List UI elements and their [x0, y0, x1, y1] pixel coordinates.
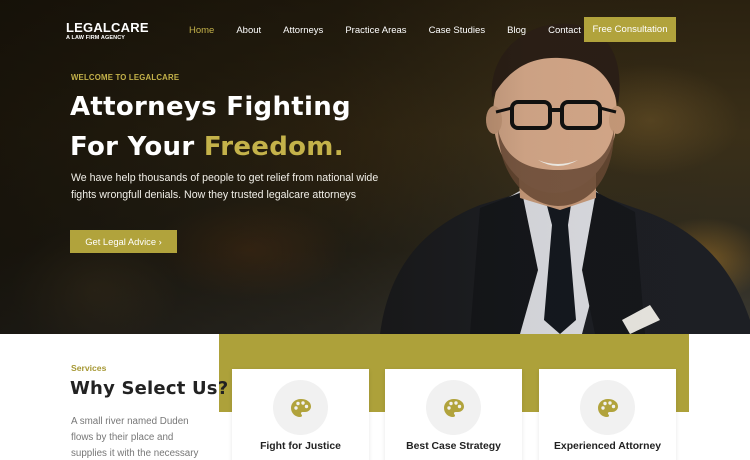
- services-description: A small river named Duden flows by their…: [71, 416, 199, 459]
- service-card-best-case-strategy[interactable]: Best Case Strategy: [385, 369, 522, 460]
- service-card-fight-for-justice[interactable]: Fight for Justice: [232, 369, 369, 460]
- hero-description: We have help thousands of people to get …: [71, 172, 379, 201]
- palette-icon: [443, 398, 464, 417]
- brand-tagline: A LAW FIRM AGENCY: [66, 35, 126, 41]
- get-legal-advice-button[interactable]: Get Legal Advice ›: [70, 230, 177, 253]
- main-nav: Home About Attorneys Practice Areas Case…: [178, 17, 603, 43]
- services-label: Services: [71, 363, 107, 373]
- nav-item-about[interactable]: About: [236, 25, 261, 36]
- service-icon-circle: [426, 380, 481, 435]
- headline-accent-word: Freedom.: [203, 132, 344, 162]
- service-card-title: Experienced Attorney: [553, 441, 662, 452]
- brand-logo[interactable]: LEGALCARE A LAW FIRM AGENCY: [66, 21, 149, 42]
- hero-headline: Attorneys Fighting For Your Freedom.: [70, 87, 351, 167]
- nav-item-attorneys[interactable]: Attorneys: [283, 25, 323, 36]
- hero-overlay: [0, 0, 750, 334]
- brand-name: LEGALCARE: [66, 20, 149, 35]
- nav-item-home[interactable]: Home: [189, 25, 214, 36]
- headline-line-1: Attorneys Fighting: [70, 92, 351, 122]
- service-card-title: Best Case Strategy: [406, 441, 501, 452]
- free-consultation-button[interactable]: Free Consultation: [584, 17, 676, 42]
- palette-icon: [290, 398, 311, 417]
- nav-item-blog[interactable]: Blog: [507, 25, 526, 36]
- nav-item-practice-areas[interactable]: Practice Areas: [345, 25, 406, 36]
- palette-icon: [597, 398, 618, 417]
- nav-item-contact[interactable]: Contact: [548, 25, 581, 36]
- headline-line-2-prefix: For Your: [70, 132, 204, 162]
- service-card-experienced-attorney[interactable]: Experienced Attorney: [539, 369, 676, 460]
- service-icon-circle: [273, 380, 328, 435]
- hero-section: LEGALCARE A LAW FIRM AGENCY Home About A…: [0, 0, 750, 334]
- hero-eyebrow: WELCOME TO LEGALCARE: [71, 73, 180, 82]
- service-card-title: Fight for Justice: [260, 441, 341, 452]
- services-title: Why Select Us?: [70, 378, 229, 399]
- service-icon-circle: [580, 380, 635, 435]
- nav-item-case-studies[interactable]: Case Studies: [429, 25, 486, 36]
